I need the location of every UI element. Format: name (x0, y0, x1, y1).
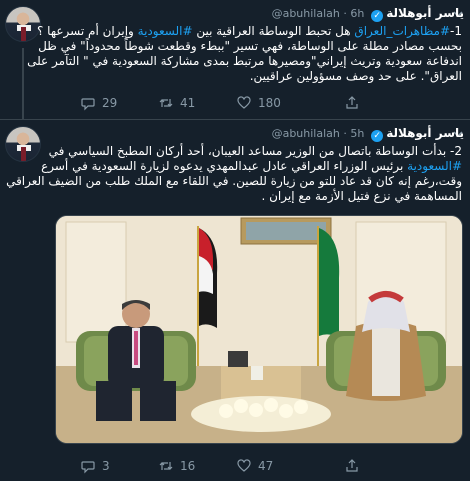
hashtag-link[interactable]: #السعودية (407, 159, 462, 173)
tweet-text-part: برئيس الوزراء العراقي عادل عبدالمهدي يدع… (6, 159, 462, 203)
hashtag-link[interactable]: #مظاهرات_العراق (354, 24, 450, 38)
tweet-actions: 29 41 180 (80, 94, 440, 112)
like-button[interactable]: 47 (236, 457, 273, 475)
retweet-button[interactable]: 16 (158, 457, 195, 475)
share-button[interactable] (344, 94, 360, 112)
tweet-1[interactable]: ياسر أبوهلالة✓ @abuhilalah · 6h 1-#مظاهر… (0, 0, 470, 120)
tweet-actions: 3 16 47 (80, 457, 440, 475)
retweet-icon (159, 99, 173, 107)
retweet-button[interactable]: 41 (158, 94, 195, 112)
reply-icon (81, 461, 95, 474)
author-name[interactable]: ياسر أبوهلالة (386, 6, 464, 20)
like-count: 180 (258, 96, 281, 110)
author-handle[interactable]: @abuhilalah (272, 127, 340, 140)
tweet-header: ياسر أبوهلالة✓ @abuhilalah · 6h (271, 6, 464, 22)
author-name[interactable]: ياسر أبوهلالة (386, 126, 464, 140)
tweet-time[interactable]: 5h (350, 127, 364, 140)
reply-count: 29 (102, 96, 118, 110)
tweet-text: 2- بدأت الوساطة باتصال من الوزير مساعد ا… (6, 144, 462, 204)
author-handle[interactable]: @abuhilalah (272, 7, 340, 20)
meeting-photo-illustration (56, 216, 462, 443)
reply-count: 3 (102, 459, 110, 473)
tweet-text-part: هل تحبط الوساطة العراقية بين (192, 24, 355, 38)
tweet-photo[interactable] (55, 215, 463, 444)
reply-button[interactable]: 3 (80, 457, 110, 475)
reply-icon (81, 98, 95, 111)
heart-icon (237, 96, 251, 109)
tweet-text-part: 2- بدأت الوساطة باتصال من الوزير مساعد ا… (48, 144, 462, 158)
retweet-icon (159, 462, 173, 470)
like-button[interactable]: 180 (236, 94, 281, 112)
heart-icon (237, 459, 251, 472)
share-button[interactable] (344, 457, 360, 475)
tweet-header: ياسر أبوهلالة✓ @abuhilalah · 5h (271, 126, 464, 142)
share-icon (346, 459, 358, 472)
reply-button[interactable]: 29 (80, 94, 117, 112)
share-icon (346, 96, 358, 109)
tweet-text: 1-#مظاهرات_العراق هل تحبط الوساطة العراق… (6, 24, 462, 84)
tweet-2[interactable]: ياسر أبوهلالة✓ @abuhilalah · 5h 2- بدأت … (0, 120, 470, 481)
retweet-count: 41 (180, 96, 196, 110)
verified-badge-icon: ✓ (371, 130, 384, 142)
tweet-number: 1- (450, 24, 462, 38)
verified-badge-icon: ✓ (371, 10, 384, 22)
tweet-time[interactable]: 6h (350, 7, 364, 20)
like-count: 47 (258, 459, 274, 473)
hashtag-link[interactable]: #السعودية (138, 24, 193, 38)
retweet-count: 16 (180, 459, 196, 473)
